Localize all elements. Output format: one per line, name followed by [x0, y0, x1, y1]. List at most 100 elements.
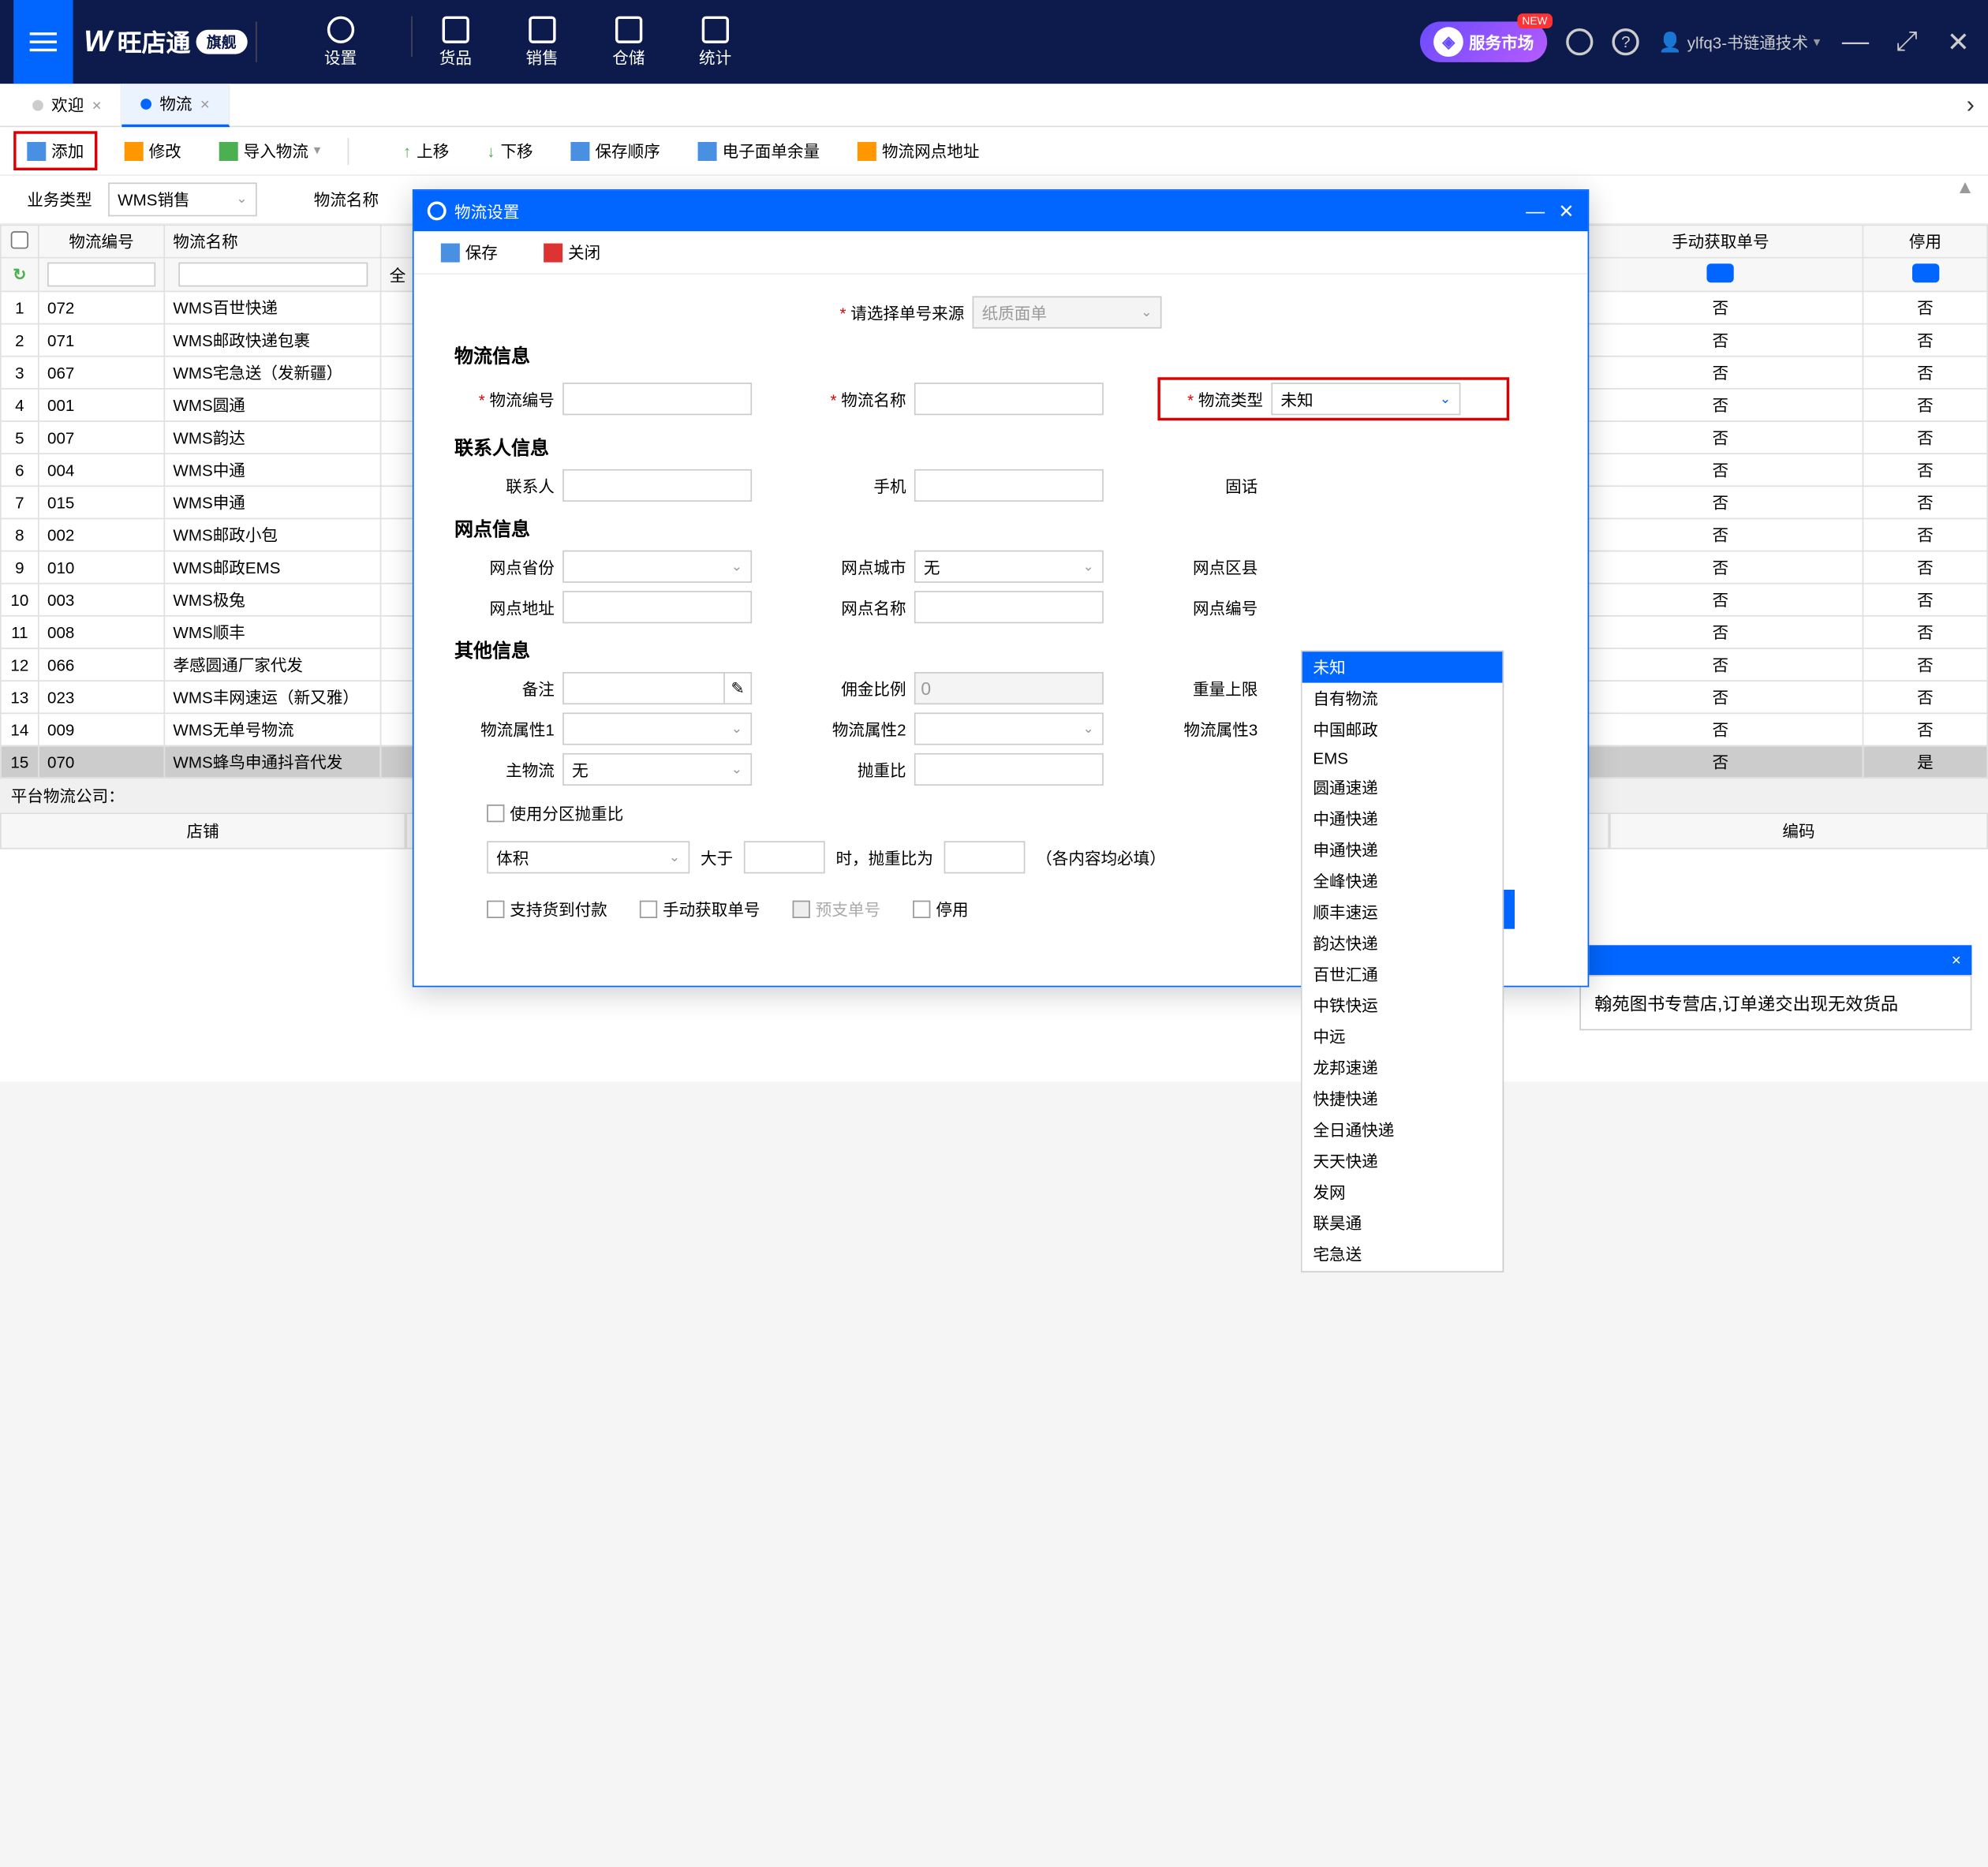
- dropdown-option[interactable]: 全日通快递: [1302, 1115, 1503, 1145]
- biz-type-select[interactable]: WMS销售⌄: [108, 182, 257, 216]
- dropdown-option[interactable]: 圆通速递: [1302, 772, 1503, 803]
- bell-icon[interactable]: [1566, 28, 1593, 55]
- window-maximize[interactable]: ⤢: [1891, 26, 1923, 57]
- col-manual[interactable]: 手动获取单号: [1578, 225, 1863, 257]
- close-icon[interactable]: ×: [92, 95, 102, 114]
- tabbar: 欢迎× 物流× ›: [0, 84, 1988, 127]
- dropdown-option[interactable]: 中铁快运: [1302, 990, 1503, 1021]
- dropdown-option[interactable]: 快捷快递: [1302, 1083, 1503, 1114]
- edit-icon[interactable]: ✎: [725, 672, 752, 704]
- throw-ratio-input[interactable]: [944, 841, 1026, 873]
- window-minimize[interactable]: —: [1839, 26, 1871, 57]
- menu-button[interactable]: [13, 0, 73, 84]
- dropdown-option[interactable]: 宅急送: [1302, 1238, 1503, 1269]
- dropdown-option[interactable]: 全峰快递: [1302, 865, 1503, 896]
- collapse-icon[interactable]: ▲: [1956, 176, 1975, 197]
- user-menu[interactable]: 👤ylfq3-书链通技术▾: [1658, 31, 1820, 54]
- save-button[interactable]: 保存: [430, 235, 508, 269]
- remark-label: 备注: [454, 677, 562, 700]
- throw-input[interactable]: [914, 753, 1104, 786]
- dropdown-option[interactable]: 顺丰速运: [1302, 897, 1503, 928]
- tab-welcome[interactable]: 欢迎×: [13, 83, 121, 126]
- topbar: W 旺店通 旗舰 设置 货品 销售 仓储 统计 ◈ 服务市场 NEW ? 👤yl…: [0, 0, 1988, 84]
- add-button[interactable]: 添加: [13, 131, 97, 170]
- province-select[interactable]: ⌄: [562, 551, 752, 583]
- branch-code-label: 网点编号: [1157, 596, 1265, 618]
- nav-settings[interactable]: 设置: [324, 16, 357, 69]
- phone-input[interactable]: [914, 469, 1104, 502]
- filter-name-input[interactable]: [178, 263, 367, 287]
- dropdown-option[interactable]: 中远: [1302, 1021, 1503, 1051]
- col-stop[interactable]: 停用: [1863, 225, 1988, 257]
- gt-input[interactable]: [744, 841, 825, 873]
- col-code[interactable]: 物流编号: [39, 225, 164, 257]
- addr-input[interactable]: [562, 591, 752, 623]
- notification-close[interactable]: ×: [1952, 950, 1961, 969]
- import-button[interactable]: 导入物流▾: [208, 134, 331, 168]
- manual-checkbox[interactable]: 手动获取单号: [640, 898, 760, 920]
- dropdown-option[interactable]: 申通快递: [1302, 835, 1503, 865]
- dropdown-option[interactable]: 中国邮政: [1302, 714, 1503, 745]
- edit-button[interactable]: 修改: [114, 134, 192, 168]
- close-button[interactable]: 关闭: [532, 235, 611, 269]
- commission-input[interactable]: [914, 672, 1104, 704]
- branch-addr-button[interactable]: 物流网点地址: [846, 134, 990, 168]
- help-icon[interactable]: ?: [1612, 28, 1639, 55]
- city-select[interactable]: 无⌄: [914, 551, 1104, 583]
- dropdown-option[interactable]: 韵达快递: [1302, 928, 1503, 958]
- ewaybill-button[interactable]: 电子面单余量: [687, 134, 831, 168]
- filter-code-input[interactable]: [47, 263, 155, 287]
- branch-name-label: 网点名称: [806, 596, 914, 618]
- type-select[interactable]: 未知⌄: [1271, 383, 1460, 415]
- dropdown-option[interactable]: 百世物流: [1302, 1270, 1503, 1272]
- dropdown-option[interactable]: 发网: [1302, 1176, 1503, 1207]
- volume-select[interactable]: 体积⌄: [487, 841, 689, 873]
- tab-overflow-icon[interactable]: ›: [1967, 91, 1975, 119]
- move-up-button[interactable]: ↑上移: [392, 134, 460, 168]
- type-dropdown-list[interactable]: 未知自有物流中国邮政EMS圆通速递中通快递申通快递全峰快递顺丰速运韵达快递百世汇…: [1301, 651, 1504, 1273]
- attr2-select[interactable]: ⌄: [914, 712, 1104, 745]
- nav-warehouse[interactable]: 仓储: [612, 16, 645, 69]
- dropdown-option[interactable]: 自有物流: [1302, 683, 1503, 714]
- gear-icon: [428, 201, 447, 220]
- filter-stop-toggle[interactable]: [1911, 263, 1938, 282]
- nav-stats[interactable]: 统计: [699, 16, 731, 69]
- checkbox-header[interactable]: [1, 225, 39, 257]
- window-close[interactable]: ✕: [1942, 25, 1975, 59]
- dropdown-option[interactable]: EMS: [1302, 745, 1503, 772]
- dropdown-option[interactable]: 联昊通: [1302, 1208, 1503, 1238]
- dropdown-option[interactable]: 中通快递: [1302, 803, 1503, 834]
- dropdown-option[interactable]: 龙邦速递: [1302, 1052, 1503, 1083]
- zone-throw-checkbox[interactable]: 使用分区抛重比: [487, 802, 623, 825]
- dropdown-option[interactable]: 未知: [1302, 652, 1503, 682]
- source-select[interactable]: 纸质面单⌄: [973, 296, 1162, 328]
- move-down-button[interactable]: ↓下移: [476, 134, 544, 168]
- refresh-icon[interactable]: ↻: [1, 258, 39, 292]
- nav-sales[interactable]: 销售: [526, 16, 559, 69]
- service-market-button[interactable]: ◈ 服务市场 NEW: [1420, 21, 1547, 62]
- shop-header: 店铺: [0, 812, 405, 849]
- cod-checkbox[interactable]: 支持货到付款: [487, 898, 607, 920]
- dropdown-option[interactable]: 百世汇通: [1302, 958, 1503, 989]
- branch-name-input[interactable]: [914, 591, 1104, 623]
- main-select[interactable]: 无⌄: [562, 753, 752, 786]
- save-order-button[interactable]: 保存顺序: [560, 134, 671, 168]
- pre-checkbox: 预支单号: [793, 898, 880, 920]
- logistics-settings-dialog: 物流设置 — ✕ 保存 关闭 请选择单号来源 纸质面单⌄ 物流信息 物流编号 物…: [413, 189, 1589, 987]
- col-name[interactable]: 物流名称: [164, 225, 380, 257]
- contact-input[interactable]: [562, 469, 752, 502]
- name-input[interactable]: [914, 383, 1104, 415]
- filter-manual-toggle[interactable]: [1707, 263, 1734, 282]
- attr1-select[interactable]: ⌄: [562, 712, 752, 745]
- dialog-close[interactable]: ✕: [1558, 200, 1574, 222]
- remark-input[interactable]: [562, 672, 725, 704]
- dialog-minimize[interactable]: —: [1526, 200, 1545, 222]
- gt-label: 大于: [701, 846, 733, 868]
- stop-checkbox[interactable]: 停用: [913, 898, 968, 920]
- nav-goods[interactable]: 货品: [439, 16, 472, 69]
- notification-header: ×: [1579, 945, 1971, 975]
- close-icon[interactable]: ×: [200, 94, 210, 113]
- tab-logistics[interactable]: 物流×: [121, 83, 230, 126]
- code-input[interactable]: [562, 383, 752, 415]
- dropdown-option[interactable]: 天天快递: [1302, 1145, 1503, 1176]
